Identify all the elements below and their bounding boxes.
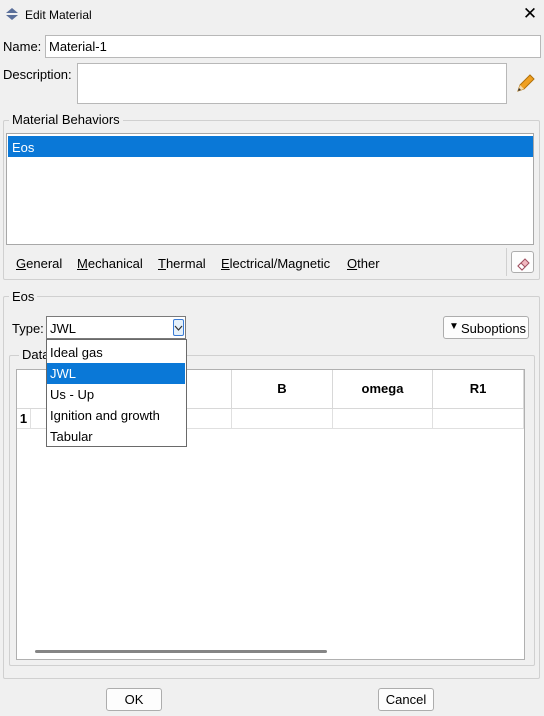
menu-electrical-mnemonic: E [221,256,230,271]
menu-mechanical-label: echanical [87,256,143,271]
dropdown-option[interactable]: Ideal gas [47,342,185,363]
behaviors-menu-bar: General Mechanical Thermal Electrical/Ma… [6,248,507,276]
description-label: Description: [3,67,72,82]
menu-electrical-magnetic[interactable]: Electrical/Magnetic [221,256,330,271]
menu-other-label: ther [357,256,380,271]
behaviors-list[interactable]: Eos [6,133,534,245]
table-cell[interactable] [232,409,333,429]
type-combobox[interactable]: JWL [46,316,186,339]
menu-mechanical-mnemonic: M [77,256,88,271]
type-dropdown-list[interactable]: Ideal gas JWL Us - Up Ignition and growt… [46,339,187,447]
list-item[interactable]: Eos [8,136,533,157]
name-value: Material-1 [49,39,107,54]
delete-behavior-button[interactable] [511,251,534,273]
suboptions-button[interactable]: ▼ Suboptions [443,316,529,339]
suboptions-label: Suboptions [461,321,527,336]
table-header-b[interactable]: B [232,370,333,409]
menu-mechanical[interactable]: Mechanical [77,256,143,271]
table-cell[interactable] [333,409,433,429]
menu-general-label: eneral [26,256,63,271]
name-label: Name: [3,39,42,54]
type-label: Type: [12,321,44,336]
menu-general-mnemonic: G [16,256,27,271]
eos-group-title: Eos [9,289,38,304]
menu-thermal[interactable]: Thermal [158,256,206,271]
horizontal-scrollbar[interactable] [35,650,327,653]
type-value: JWL [50,321,76,336]
chevron-down-icon[interactable] [173,319,184,336]
table-header-omega[interactable]: omega [333,370,433,409]
name-field[interactable]: Material-1 [45,35,541,58]
close-icon[interactable]: ✕ [520,4,540,24]
menu-thermal-mnemonic: T [158,256,166,271]
material-behaviors-title: Material Behaviors [9,112,123,127]
dropdown-option[interactable]: Us - Up [47,384,185,405]
dropdown-option-selected[interactable]: JWL [47,363,185,384]
caret-down-icon: ▼ [449,321,459,332]
ok-button[interactable]: OK [106,688,162,711]
title-bar: Edit Material ✕ [0,0,544,30]
menu-other-mnemonic: O [347,256,358,271]
menu-general[interactable]: General [16,256,62,271]
row-number: 1 [17,409,31,429]
pencil-icon[interactable] [513,72,537,96]
menu-other[interactable]: Other [347,256,380,271]
dropdown-option[interactable]: Tabular [47,426,185,447]
menu-thermal-label: hermal [165,256,206,271]
dropdown-option[interactable]: Ignition and growth [47,405,185,426]
cancel-button[interactable]: Cancel [378,688,434,711]
app-icon [5,7,19,21]
table-cell[interactable] [433,409,524,429]
behavior-label: Eos [12,140,35,155]
window-title: Edit Material [25,8,92,22]
eraser-icon [515,255,531,271]
menu-electrical-label: lectrical/Magnetic [229,256,331,271]
table-header-r1[interactable]: R1 [433,370,524,409]
description-field[interactable] [77,63,507,104]
